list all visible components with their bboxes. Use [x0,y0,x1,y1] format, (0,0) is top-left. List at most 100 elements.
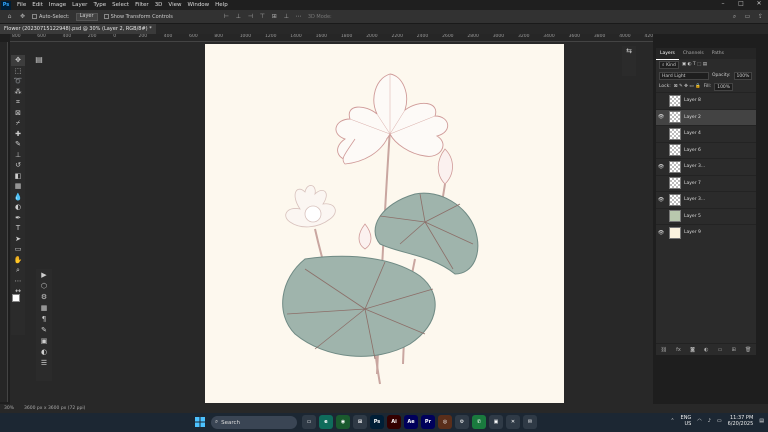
play-icon[interactable]: ▶ [36,269,52,280]
tab-channels[interactable]: Channels [679,48,708,59]
dodge-tool-icon[interactable]: ◐ [11,202,25,213]
brush-settings-icon[interactable]: ✎ [36,324,52,335]
photoshop-taskbar-icon[interactable]: Ps [370,415,384,429]
battery-icon[interactable]: ▭ [717,418,722,424]
taskbar-search[interactable]: ⌕ Search [211,416,297,429]
aftereffects-taskbar-icon[interactable]: Ae [404,415,418,429]
align-center-icon[interactable]: ⊥ [235,13,242,20]
align-right-icon[interactable]: ⊣ [247,13,254,20]
wifi-icon[interactable]: ◠ [697,418,701,424]
menu-help[interactable]: Help [212,2,231,8]
layer-row[interactable]: Layer 4 [656,125,756,142]
eye-icon[interactable]: 👁 [656,230,666,236]
eye-icon[interactable]: 👁 [656,164,666,170]
zoom-tool-icon[interactable]: ⌕ [11,265,25,276]
menu-type[interactable]: Type [90,2,109,8]
cube-icon[interactable]: ⬡ [36,280,52,291]
terminal-icon[interactable]: ✕ [506,415,520,429]
whatsapp-icon[interactable]: ✆ [472,415,486,429]
align-top-icon[interactable]: ⊤ [259,13,266,20]
properties-icon[interactable]: ☰ [36,357,52,368]
swatches-icon[interactable]: ▦ [36,302,52,313]
volume-icon[interactable]: ♪ [708,418,711,424]
lasso-tool-icon[interactable]: ➰ [11,76,25,87]
panel-toggle-icon[interactable]: ▤ [33,55,45,67]
hand-tool-icon[interactable]: ✋ [11,255,25,266]
maximize-button[interactable]: □ [732,0,750,7]
brush-tool-icon[interactable]: ✎ [11,139,25,150]
close-button[interactable]: ✕ [750,0,768,7]
menu-image[interactable]: Image [46,2,69,8]
file-explorer-icon[interactable]: ▭ [302,415,316,429]
document-canvas[interactable] [205,44,564,403]
move-tool-icon[interactable]: ✥ [11,55,25,66]
zoom-level[interactable]: 30% [4,406,14,411]
pen-tool-icon[interactable]: ✒ [11,213,25,224]
eye-icon[interactable]: 👁 [656,114,666,120]
illustrator-taskbar-icon[interactable]: Ai [387,415,401,429]
type-tool-icon[interactable]: T [11,223,25,234]
eyedropper-tool-icon[interactable]: ⌿ [11,118,25,129]
menu-file[interactable]: File [14,2,29,8]
menu-window[interactable]: Window [184,2,212,8]
menu-3d[interactable]: 3D [152,2,166,8]
link-layers-icon[interactable]: ⛓ [661,347,667,353]
history-brush-icon[interactable]: ↺ [11,160,25,171]
eye-icon[interactable]: 👁 [656,197,666,203]
tab-paths[interactable]: Paths [708,48,728,59]
healing-brush-icon[interactable]: ✚ [11,129,25,140]
layer-row[interactable]: Layer 7 [656,174,756,192]
adjust-icon[interactable]: ⚙ [36,291,52,302]
app-icon[interactable]: ◎ [438,415,452,429]
chrome-icon[interactable]: ◉ [336,415,350,429]
menu-edit[interactable]: Edit [29,2,46,8]
align-left-icon[interactable]: ⊢ [223,13,230,20]
crop-tool-icon[interactable]: ⌗ [11,97,25,108]
layer-row[interactable]: Layer 6 [656,141,756,159]
stamp-tool-icon[interactable]: ⊥ [11,150,25,161]
layer-row[interactable]: 👁 Layer 9 [656,224,756,241]
layer-row[interactable]: 👁 Layer 3... [656,158,756,175]
store-icon[interactable]: ⊞ [353,415,367,429]
menu-view[interactable]: View [165,2,184,8]
align-middle-icon[interactable]: ⊞ [271,13,278,20]
more-tools-icon[interactable]: ⋯ [11,276,25,287]
share-icon[interactable]: ⇪ [757,13,764,20]
path-select-icon[interactable]: ➤ [11,234,25,245]
eraser-tool-icon[interactable]: ◧ [11,171,25,182]
auto-select-checkbox[interactable] [32,14,37,19]
menu-select[interactable]: Select [109,2,132,8]
rectangle-tool-icon[interactable]: ▭ [11,244,25,255]
tab-layers[interactable]: Layers [656,48,679,60]
layer-row[interactable]: 👁 Layer 2 [656,108,756,125]
lock-icons[interactable]: ⊠ ✎ ✥ ▭ 🔒 [674,84,701,89]
align-bottom-icon[interactable]: ⊥ [283,13,290,20]
menu-filter[interactable]: Filter [132,2,152,8]
home-icon[interactable]: ⌂ [6,13,13,20]
gradient-tool-icon[interactable]: ▦ [11,181,25,192]
workspace-icon[interactable]: ▭ [744,13,751,20]
chevron-up-icon[interactable]: ⌃ [670,418,674,424]
mask-icon[interactable]: ◙ [690,347,695,353]
transform-checkbox[interactable] [103,14,109,19]
adjustment-icon[interactable]: ◐ [704,347,708,353]
frame-tool-icon[interactable]: ⊠ [11,108,25,119]
auto-select-dropdown[interactable]: Layer [75,12,98,21]
move-tool-icon[interactable]: ✥ [19,13,26,20]
document-tab[interactable]: Flower (20230715122948).psd @ 30% (Layer… [0,24,156,34]
premiere-taskbar-icon[interactable]: Pr [421,415,435,429]
windows-start-icon[interactable] [195,417,205,427]
blend-mode-dropdown[interactable]: Hard Light [659,71,709,80]
search-icon[interactable]: ⌕ [731,13,738,20]
language-indicator[interactable]: ENG US [681,415,692,427]
more-options-icon[interactable]: ⋯ [295,13,302,20]
group-icon[interactable]: ▭ [718,347,723,353]
trash-icon[interactable]: 🗑 [745,347,751,353]
foreground-color-swatch[interactable] [12,294,20,302]
blur-tool-icon[interactable]: 💧 [11,192,25,203]
layer-row[interactable]: Layer 5 [656,207,756,225]
minimize-button[interactable]: – [714,0,732,7]
color-icon[interactable]: ◐ [36,346,52,357]
libraries-icon[interactable]: ▣ [36,335,52,346]
history-icon[interactable]: ⇆ [622,46,636,57]
